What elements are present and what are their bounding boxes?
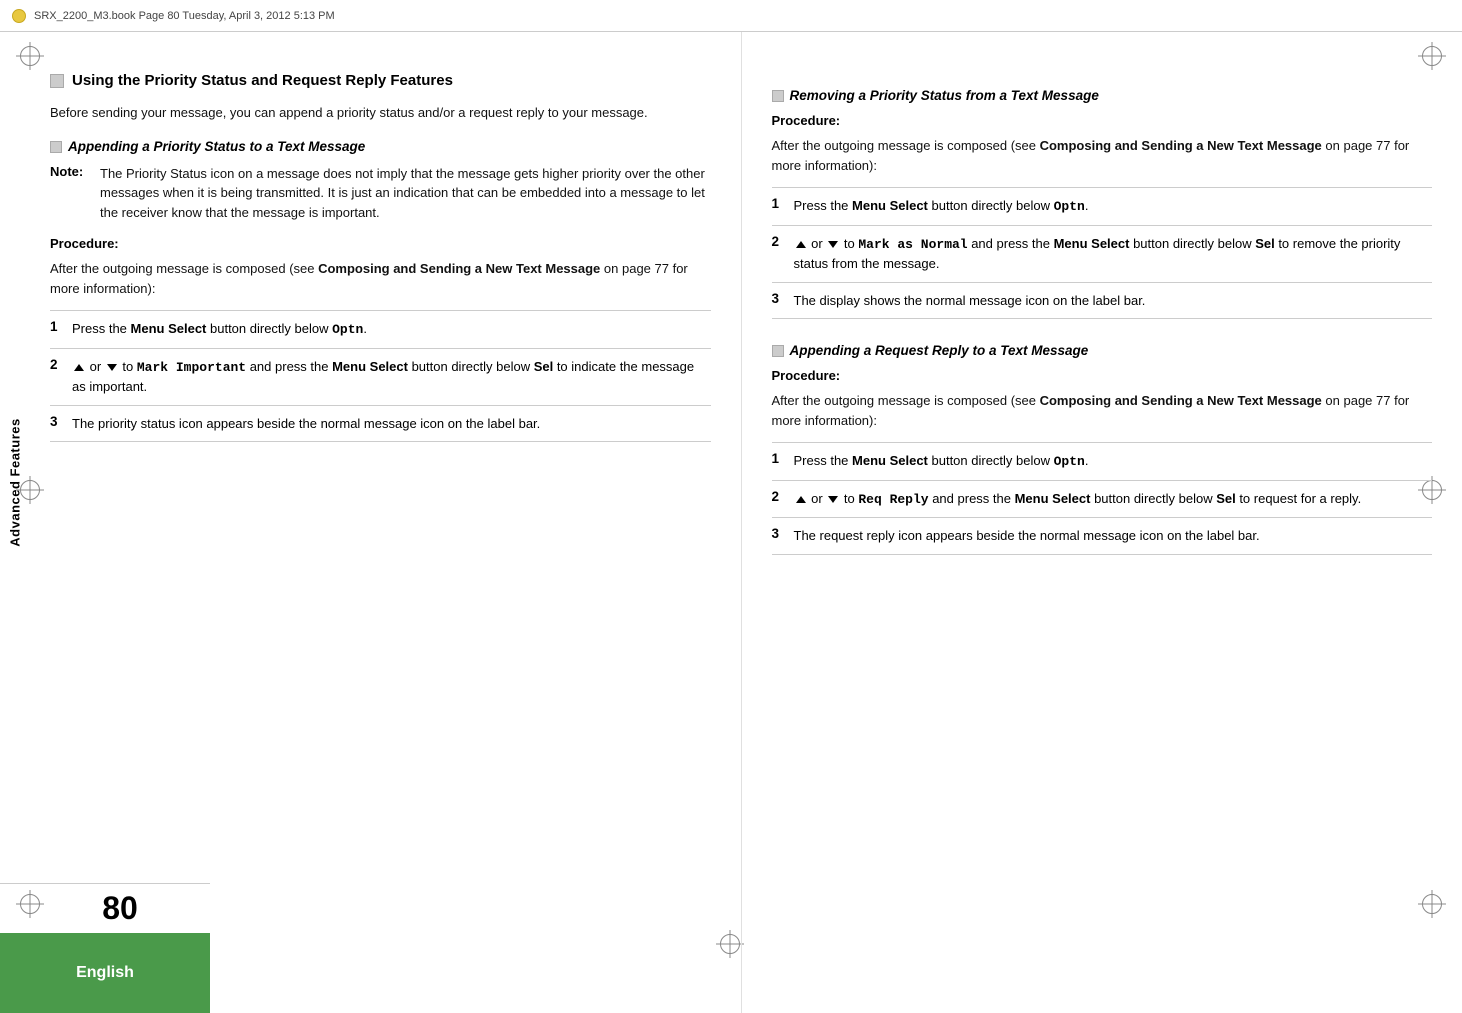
right-section2-heading-block: Appending a Request Reply to a Text Mess… [772, 343, 1433, 358]
main-heading-block: Using the Priority Status and Request Re… [50, 72, 711, 89]
intro-paragraph: Before sending your message, you can app… [50, 103, 711, 123]
main-content: Using the Priority Status and Request Re… [30, 32, 1462, 1013]
right-section1-heading-text: Removing a Priority Status from a Text M… [790, 88, 1099, 103]
sub-heading-text: Appending a Priority Status to a Text Me… [68, 139, 365, 154]
arrow-up-icon-r1 [796, 241, 806, 248]
right-section1-icon [772, 90, 784, 102]
step-3-right2: 3 The request reply icon appears beside … [772, 517, 1433, 555]
note-text: The Priority Status icon on a message do… [100, 164, 711, 223]
step-2-right2: 2 or to Req Reply and press the Menu Sel… [772, 480, 1433, 518]
right-section2-heading-text: Appending a Request Reply to a Text Mess… [790, 343, 1089, 358]
procedure-label-left: Procedure: [50, 236, 711, 251]
file-info: SRX_2200_M3.book Page 80 Tuesday, April … [34, 10, 335, 22]
arrow-down-icon-r2 [828, 496, 838, 503]
step-1-right1: 1 Press the Menu Select button directly … [772, 187, 1433, 225]
note-label: Note: [50, 164, 100, 223]
arrow-down-icon [107, 364, 117, 371]
procedure-intro-right1: After the outgoing message is composed (… [772, 136, 1433, 175]
step-3-right1: 3 The display shows the normal message i… [772, 282, 1433, 320]
sub-heading-block: Appending a Priority Status to a Text Me… [50, 139, 711, 154]
arrow-up-icon-r2 [796, 496, 806, 503]
procedure-intro-left: After the outgoing message is composed (… [50, 259, 711, 298]
procedure-intro-right2: After the outgoing message is composed (… [772, 391, 1433, 430]
left-column: Using the Priority Status and Request Re… [30, 32, 742, 1013]
sidebar-label: Advanced Features [0, 32, 30, 933]
main-heading-text: Using the Priority Status and Request Re… [72, 72, 453, 89]
procedure-label-right1: Procedure: [772, 113, 1433, 128]
sub-section-icon [50, 141, 62, 153]
sidebar-label-text: Advanced Features [8, 418, 23, 546]
note-block: Note: The Priority Status icon on a mess… [50, 164, 711, 223]
right-section2-icon [772, 345, 784, 357]
step-3-left: 3 The priority status icon appears besid… [50, 405, 711, 443]
right-section1-heading-block: Removing a Priority Status from a Text M… [772, 88, 1433, 103]
step-2-left: 2 or to Mark Important and press the Men… [50, 348, 711, 405]
step-2-right1: 2 or to Mark as Normal and press the Men… [772, 225, 1433, 282]
step-1-left: 1 Press the Menu Select button directly … [50, 310, 711, 348]
section-icon [50, 74, 64, 88]
step-1-right2: 1 Press the Menu Select button directly … [772, 442, 1433, 480]
file-icon [12, 9, 26, 23]
right-column: Removing a Priority Status from a Text M… [742, 32, 1462, 1013]
arrow-down-icon-r1 [828, 241, 838, 248]
top-bar: SRX_2200_M3.book Page 80 Tuesday, April … [0, 0, 1462, 32]
procedure-label-right2: Procedure: [772, 368, 1433, 383]
arrow-up-icon [74, 364, 84, 371]
